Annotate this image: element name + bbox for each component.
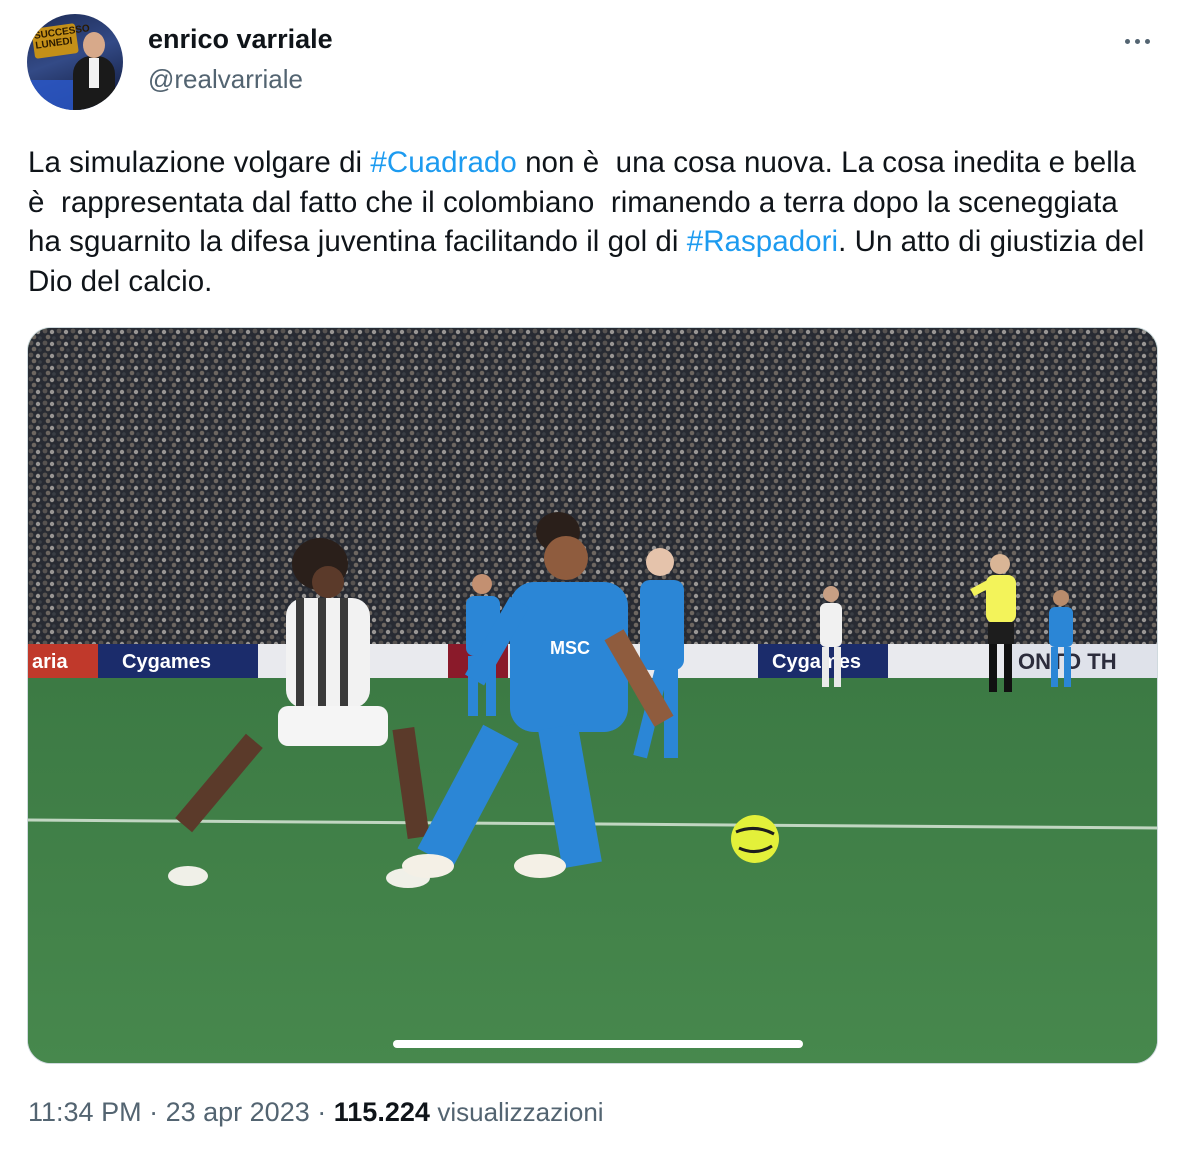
tweet-header: SUCCESSO LUNEDI enrico varriale @realvar…	[27, 14, 1157, 114]
ad-board-text: Cygames	[772, 651, 861, 673]
separator: ·	[149, 1097, 159, 1127]
hashtag-link-cuadrado[interactable]: #Cuadrado	[370, 146, 516, 179]
tweet-time[interactable]: 11:34 PM	[28, 1097, 142, 1127]
video-frame: aria Cygames Cygames ONTO TH MSC	[28, 328, 1157, 1063]
tweet-text: La simulazione volgare di #Cuadrado non …	[28, 143, 1156, 301]
ad-board-text: aria	[32, 651, 68, 673]
dot-icon	[1144, 38, 1150, 44]
display-name[interactable]: enrico varriale	[148, 24, 333, 55]
jersey-sponsor: MSC	[550, 638, 590, 658]
dot-icon	[1134, 38, 1140, 44]
tweet-date[interactable]: 23 apr 2023	[166, 1097, 310, 1127]
dot-icon	[1124, 38, 1130, 44]
hashtag-link-raspadori[interactable]: #Raspadori	[687, 225, 838, 258]
avatar-person-head	[83, 32, 105, 58]
separator: ·	[317, 1097, 327, 1127]
avatar-show-logo: SUCCESSO LUNEDI	[31, 23, 90, 59]
tweet-text-part: La simulazione volgare di	[28, 146, 371, 179]
video-progress-scrubber[interactable]	[393, 1040, 803, 1048]
views-label: visualizzazioni	[437, 1097, 604, 1127]
more-options-button[interactable]	[1117, 26, 1157, 56]
user-handle[interactable]: @realvarriale	[148, 64, 303, 95]
avatar-person-shirt	[89, 58, 99, 88]
tweet-metadata: 11:34 PM · 23 apr 2023 · 115.224 visuali…	[28, 1097, 604, 1128]
football	[731, 815, 779, 863]
ad-board-text: Cygames	[122, 651, 211, 673]
avatar[interactable]: SUCCESSO LUNEDI	[27, 14, 123, 110]
views-count[interactable]: 115.224	[334, 1097, 430, 1127]
tweet-video[interactable]: aria Cygames Cygames ONTO TH MSC	[27, 327, 1158, 1064]
